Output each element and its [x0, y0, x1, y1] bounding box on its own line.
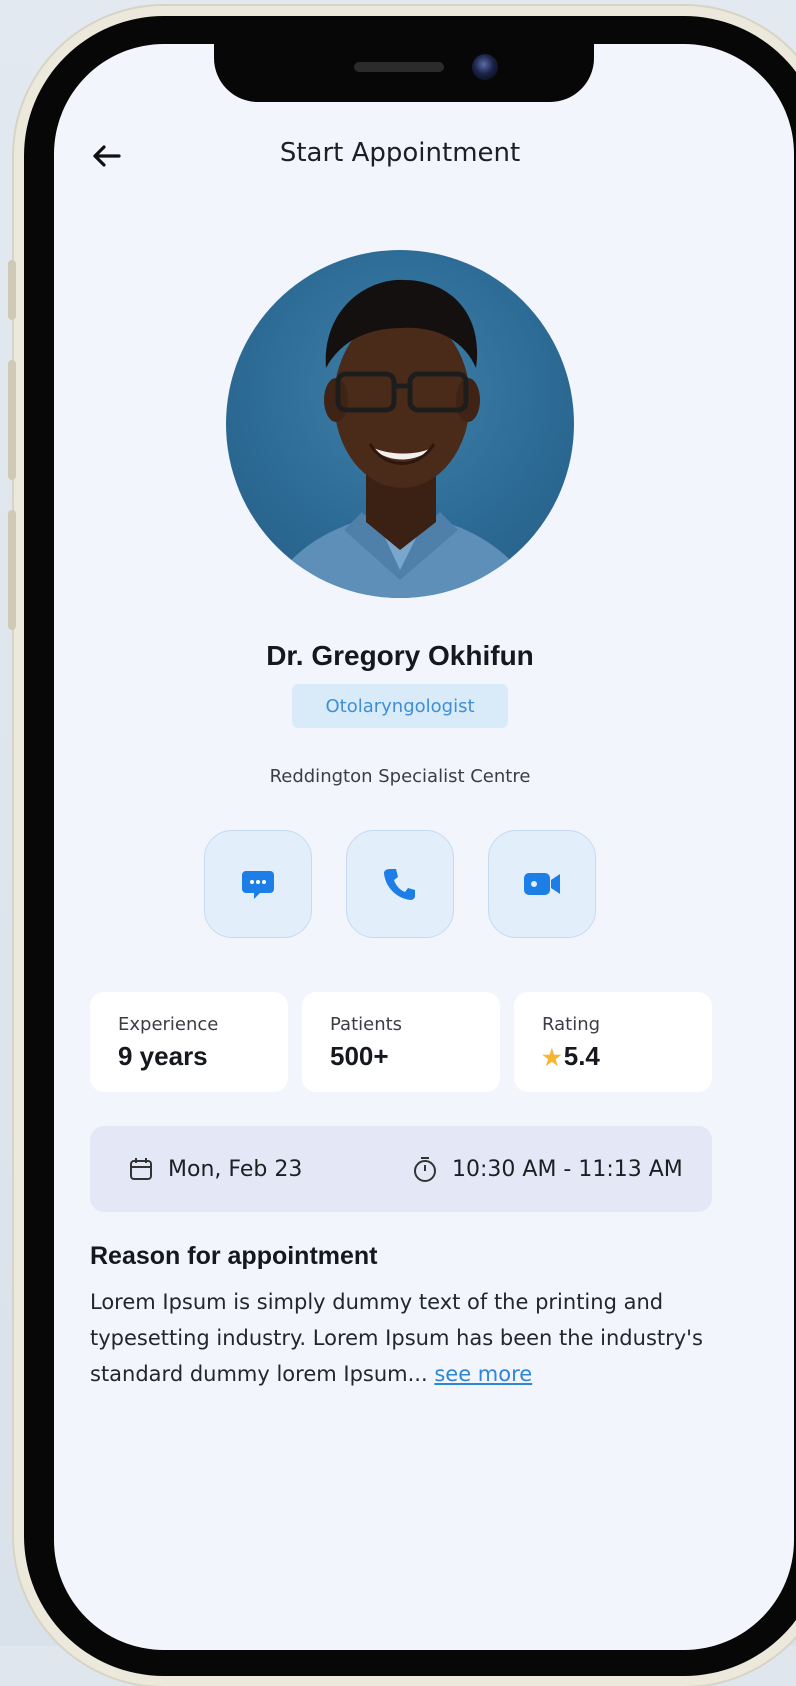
phone-icon	[384, 869, 415, 900]
side-button	[8, 260, 16, 320]
doctor-photo	[266, 279, 536, 598]
reason-title: Reason for appointment	[90, 1242, 378, 1270]
front-camera	[472, 54, 498, 80]
speaker	[354, 62, 444, 72]
hospital-name: Reddington Specialist Centre	[269, 766, 531, 787]
reason-body: Lorem Ipsum is simply dummy text of the …	[90, 1284, 712, 1392]
side-button	[8, 360, 16, 480]
calendar-icon	[130, 1158, 152, 1180]
see-more-link[interactable]: see more	[434, 1362, 532, 1386]
appointment-time: 10:30 AM - 11:13 AM	[412, 1126, 683, 1212]
app-screen: Start Appointment Dr. Gregory Okhifun Ot…	[54, 44, 794, 1650]
appointment-date: Mon, Feb 23	[128, 1126, 302, 1212]
page-title: Start Appointment	[279, 138, 521, 168]
stat-card-patients: Patients 500+	[302, 992, 500, 1092]
stat-card-rating: Rating ★5.4	[514, 992, 712, 1092]
doctor-name: Dr. Gregory Okhifun	[266, 640, 534, 671]
stat-label: Patients	[330, 1014, 403, 1035]
specialty-badge: Otolaryngologist	[292, 684, 508, 728]
schedule-bar: Mon, Feb 23 10:30 AM - 11:13 AM	[90, 1126, 712, 1212]
call-button[interactable]	[346, 830, 454, 938]
stat-value: 500+	[330, 1041, 389, 1071]
time-text: 10:30 AM - 11:13 AM	[452, 1156, 683, 1182]
video-icon	[524, 873, 560, 895]
stopwatch-icon	[414, 1157, 436, 1182]
stat-card-experience: Experience 9 years	[90, 992, 288, 1092]
stat-value: 9 years	[118, 1041, 208, 1071]
notch	[214, 44, 594, 102]
date-text: Mon, Feb 23	[168, 1156, 303, 1182]
star-icon: ★	[542, 1045, 562, 1070]
chat-icon	[242, 871, 274, 899]
stat-value: ★5.4	[542, 1041, 712, 1072]
video-call-button[interactable]	[488, 830, 596, 938]
stat-label: Rating	[542, 1014, 601, 1035]
reason-text: Lorem Ipsum is simply dummy text of the …	[90, 1290, 703, 1386]
stat-label: Experience	[118, 1014, 219, 1035]
rating-value: 5.4	[563, 1041, 600, 1071]
side-button	[8, 510, 16, 630]
doctor-avatar	[226, 250, 574, 598]
message-button[interactable]	[204, 830, 312, 938]
